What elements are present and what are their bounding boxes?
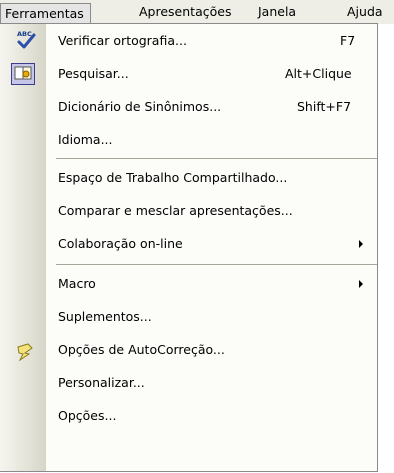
menu-item-label: Espaço de Trabalho Compartilhado... bbox=[58, 170, 288, 185]
menu-item-shortcut: Alt+Clique bbox=[285, 66, 352, 81]
menu-item-label: Pesquisar... bbox=[58, 66, 129, 81]
submenu-arrow-icon bbox=[359, 280, 363, 288]
menu-item-pesquisar[interactable]: Pesquisar... Alt+Clique bbox=[0, 57, 377, 90]
menu-item-comparar-mesclar[interactable]: Comparar e mesclar apresentações... bbox=[0, 194, 377, 227]
menu-item-label: Macro bbox=[58, 276, 96, 291]
tools-dropdown-menu: ABC Verificar ortografia... F7 Pesquisar… bbox=[0, 23, 378, 472]
menu-item-colaboracao-online[interactable]: Colaboração on-line bbox=[0, 227, 377, 260]
menubar-item-ajuda[interactable]: Ajuda bbox=[347, 0, 383, 23]
menu-item-opcoes-autocorrecao[interactable]: Opções de AutoCorreção... bbox=[0, 333, 377, 366]
menu-item-label: Personalizar... bbox=[58, 375, 145, 390]
menu-bar: Ferramentas Apresentações Janela Ajuda bbox=[0, 0, 394, 24]
menubar-item-janela[interactable]: Janela bbox=[258, 0, 296, 23]
menu-item-espaco-trabalho[interactable]: Espaço de Trabalho Compartilhado... bbox=[0, 161, 377, 194]
menubar-item-label: Ajuda bbox=[347, 4, 383, 19]
svg-text:ABC: ABC bbox=[17, 30, 32, 38]
menu-separator bbox=[56, 264, 377, 265]
menu-item-label: Dicionário de Sinônimos... bbox=[58, 99, 222, 114]
menubar-item-ferramentas[interactable]: Ferramentas bbox=[0, 3, 91, 24]
menu-item-personalizar[interactable]: Personalizar... bbox=[0, 366, 377, 399]
menu-item-macro[interactable]: Macro bbox=[0, 267, 377, 300]
menu-item-label: Opções de AutoCorreção... bbox=[58, 342, 225, 357]
menubar-item-apresentacoes[interactable]: Apresentações bbox=[139, 0, 231, 23]
menu-item-dicionario-sinonimos[interactable]: Dicionário de Sinônimos... Shift+F7 bbox=[0, 90, 377, 123]
menu-item-shortcut: F7 bbox=[340, 33, 356, 48]
menu-item-label: Colaboração on-line bbox=[58, 236, 183, 251]
menu-separator bbox=[56, 158, 377, 159]
menu-item-label: Suplementos... bbox=[58, 309, 152, 324]
menubar-item-label: Ferramentas bbox=[5, 6, 84, 21]
menu-item-idioma[interactable]: Idioma... bbox=[0, 123, 377, 156]
menu-item-suplementos[interactable]: Suplementos... bbox=[0, 300, 377, 333]
menu-item-label: Comparar e mesclar apresentações... bbox=[58, 203, 293, 218]
menu-item-verificar-ortografia[interactable]: ABC Verificar ortografia... F7 bbox=[0, 24, 377, 57]
menubar-item-label: Apresentações bbox=[139, 4, 232, 19]
menu-item-label: Idioma... bbox=[58, 132, 113, 147]
menu-item-opcoes[interactable]: Opções... bbox=[0, 399, 377, 432]
menu-item-label: Opções... bbox=[58, 408, 117, 423]
submenu-arrow-icon bbox=[359, 240, 363, 248]
menu-item-label: Verificar ortografia... bbox=[58, 33, 187, 48]
menu-item-shortcut: Shift+F7 bbox=[297, 99, 352, 114]
menubar-item-label: Janela bbox=[258, 4, 297, 19]
